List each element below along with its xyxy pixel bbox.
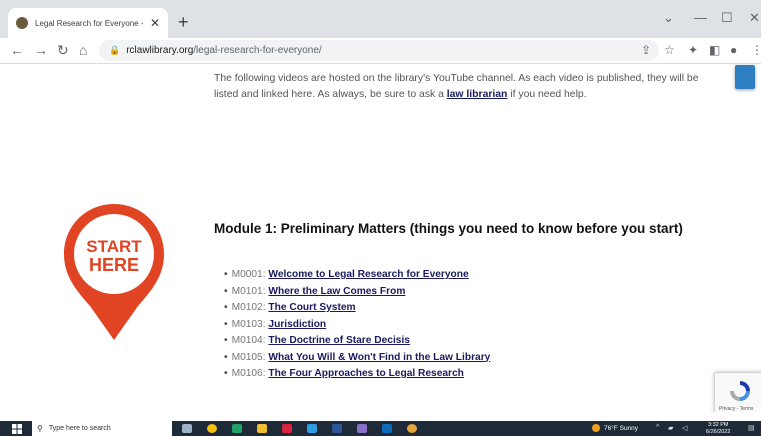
video-list-item: • M0104: The Doctrine of Stare Decisis	[224, 333, 490, 350]
video-link[interactable]: The Four Approaches to Legal Research	[268, 368, 464, 379]
sun-icon	[592, 424, 600, 432]
video-link[interactable]: Jurisdiction	[268, 319, 326, 330]
chrome-window-icon[interactable]	[407, 424, 417, 433]
video-link[interactable]: The Doctrine of Stare Decisis	[268, 335, 410, 346]
task-view-icon[interactable]	[182, 424, 192, 433]
extensions-icon[interactable]: ✦	[688, 43, 698, 57]
taskbar-search-placeholder: Type here to search	[48, 425, 111, 432]
favicon-icon	[16, 17, 28, 29]
file-explorer-icon[interactable]	[257, 424, 267, 433]
video-code: M0102:	[231, 302, 266, 313]
taskbar-search[interactable]: ⚲ Type here to search	[32, 421, 172, 436]
bullet-icon: •	[224, 285, 228, 297]
network-icon[interactable]: ▰	[668, 424, 673, 432]
recaptcha-privacy-terms[interactable]: Privacy - Terms	[719, 406, 753, 412]
browser-toolbar: ← → ↻ ⌂ 🔒 rclawlibrary.org/legal-researc…	[0, 38, 761, 64]
video-link[interactable]: Welcome to Legal Research for Everyone	[268, 269, 468, 280]
bullet-icon: •	[224, 368, 228, 379]
browser-tab[interactable]: Legal Research for Everyone - Riverside …	[8, 8, 168, 38]
profile-icon[interactable]: ●	[730, 43, 737, 57]
tab-title: Legal Research for Everyone - Riverside …	[35, 18, 146, 28]
weather-widget[interactable]: 76°F Sunny	[592, 424, 638, 432]
acrobat-icon[interactable]	[282, 424, 292, 433]
lock-icon[interactable]: 🔒	[109, 45, 120, 56]
tray-chevron-icon[interactable]: ^	[656, 424, 659, 431]
back-button[interactable]: ←	[10, 42, 24, 58]
clock-time: 3:32 PM	[707, 422, 729, 428]
reload-button[interactable]: ↻	[57, 42, 69, 58]
video-code: M0001:	[231, 269, 266, 280]
forward-button[interactable]: →	[34, 42, 48, 58]
tab-close-icon[interactable]: ✕	[150, 16, 160, 30]
windows-start-icon[interactable]	[12, 424, 22, 434]
bullet-icon: •	[224, 302, 228, 313]
intro-paragraph: The following videos are hosted on the l…	[214, 73, 699, 100]
new-tab-button[interactable]: +	[178, 13, 189, 31]
video-code: M0106:	[231, 368, 266, 379]
module-title: Module 1: Preliminary Matters (things yo…	[214, 221, 683, 236]
recaptcha-badge[interactable]: Privacy - Terms	[714, 372, 761, 412]
video-code: M0101:	[231, 285, 266, 297]
video-code: M0105:	[231, 351, 266, 363]
teams-icon[interactable]	[357, 424, 367, 433]
video-list-item: • M0103: Jurisdiction	[224, 317, 490, 334]
outlook-icon[interactable]	[382, 424, 392, 433]
home-button[interactable]: ⌂	[79, 42, 87, 58]
video-list: • M0001: Welcome to Legal Research for Ev…	[224, 267, 490, 383]
close-window-button[interactable]: ✕	[749, 10, 760, 26]
chevron-down-icon[interactable]: ⌄	[663, 10, 674, 26]
video-code: M0104:	[231, 335, 266, 346]
pin-text-here: HERE	[89, 255, 139, 275]
notification-icon[interactable]: ▤	[748, 424, 755, 432]
volume-icon[interactable]: ◁	[682, 424, 687, 432]
page-content: The following videos are hosted on the l…	[0, 64, 761, 412]
pin-text-start: START	[86, 237, 142, 256]
start-here-pin-icon: START HERE	[64, 204, 164, 340]
chrome-icon[interactable]	[207, 424, 217, 433]
clock-date: 6/26/2022	[706, 428, 731, 435]
bullet-icon: •	[224, 269, 228, 280]
menu-icon[interactable]: ⋮	[751, 43, 761, 57]
edge-icon[interactable]	[307, 424, 317, 433]
video-code: M0103:	[231, 318, 266, 330]
search-icon: ⚲	[37, 424, 43, 433]
excel-icon[interactable]	[232, 424, 242, 433]
video-list-item: • M0105: What You Will & Won't Find in th…	[224, 350, 490, 367]
share-icon[interactable]: ⇪	[641, 43, 651, 57]
taskbar: ⚲ Type here to search 76°F Sunny ^ ▰ ◁ 3…	[0, 421, 761, 436]
bullet-icon: •	[224, 335, 228, 346]
word-icon[interactable]	[332, 424, 342, 433]
video-list-item: • M0001: Welcome to Legal Research for Ev…	[224, 267, 490, 284]
sidepanel-icon[interactable]: ◧	[709, 43, 720, 57]
bullet-icon: •	[224, 318, 228, 330]
floating-bookmark-icon[interactable]	[735, 65, 755, 89]
video-link[interactable]: The Court System	[268, 302, 355, 313]
maximize-button[interactable]: ☐	[721, 10, 733, 26]
law-librarian-link[interactable]: law librarian	[447, 89, 508, 100]
video-link[interactable]: Where the Law Comes From	[268, 286, 405, 297]
recaptcha-icon	[730, 381, 750, 401]
weather-text: 76°F Sunny	[604, 424, 639, 432]
address-bar[interactable]: 🔒 rclawlibrary.org/legal-research-for-ev…	[99, 40, 659, 61]
bookmark-star-icon[interactable]: ☆	[664, 43, 675, 57]
video-list-item: • M0106: The Four Approaches to Legal Res…	[224, 366, 490, 383]
bullet-icon: •	[224, 351, 228, 363]
clock[interactable]: 3:32 PM 6/26/2022	[706, 422, 730, 435]
minimize-button[interactable]: —	[694, 10, 707, 25]
video-list-item: • M0101: Where the Law Comes From	[224, 284, 490, 301]
video-list-item: • M0102: The Court System	[224, 300, 490, 317]
video-link[interactable]: What You Will & Won't Find in the Law Li…	[268, 352, 490, 363]
tab-strip: Legal Research for Everyone - Riverside …	[0, 0, 761, 38]
url-text: rclawlibrary.org/legal-research-for-ever…	[126, 45, 322, 56]
